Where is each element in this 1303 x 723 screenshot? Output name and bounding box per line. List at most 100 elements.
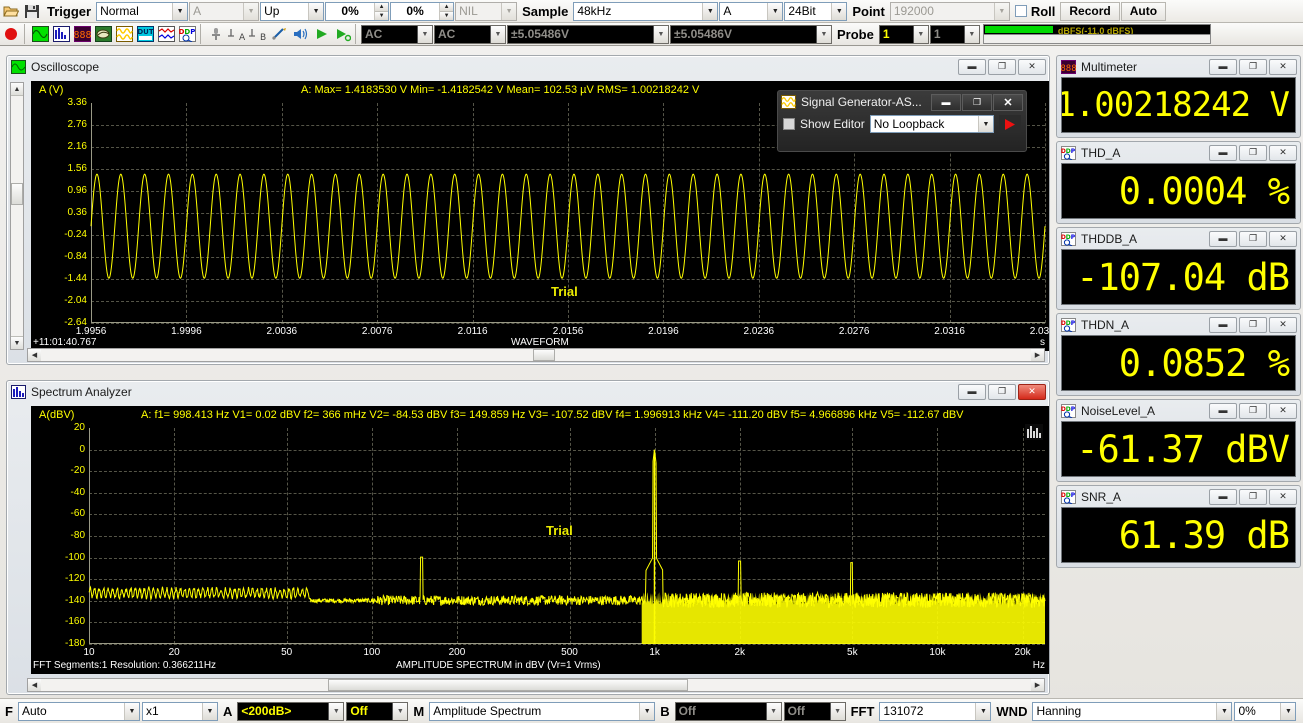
meter-titlebar[interactable]: DDP THDN_A ▬ ❐ ✕: [1057, 314, 1300, 335]
record-red-dot-icon[interactable]: [1, 25, 21, 44]
chevron-down-icon[interactable]: ▼: [639, 702, 655, 720]
loopback-select[interactable]: No Loopback ▼: [869, 115, 994, 133]
maximize-icon[interactable]: ❐: [962, 93, 992, 111]
trigger-slope-select[interactable]: Up ▼: [260, 1, 325, 21]
minimize-icon[interactable]: ▬: [1209, 144, 1237, 161]
minimize-icon[interactable]: ▬: [1209, 230, 1237, 247]
scroll-up-arrow-icon[interactable]: ▲: [11, 83, 23, 96]
meter-titlebar[interactable]: DDP SNR_A ▬ ❐ ✕: [1057, 486, 1300, 507]
oscilloscope-horizontal-scrollbar[interactable]: ◀ ▶: [27, 348, 1045, 362]
close-icon[interactable]: ✕: [1269, 58, 1297, 75]
measurement-mode-select[interactable]: Amplitude Spectrum ▼: [429, 701, 656, 721]
maximize-icon[interactable]: ❐: [1239, 402, 1267, 419]
maximize-icon[interactable]: ❐: [1239, 144, 1267, 161]
a-second-select[interactable]: Off ▼: [346, 701, 409, 721]
multimeter-chart-icon[interactable]: [156, 25, 176, 44]
minimize-icon[interactable]: ▬: [1209, 316, 1237, 333]
chevron-down-icon[interactable]: ▼: [501, 2, 517, 20]
spectrum-horizontal-scrollbar[interactable]: ◀ ▶: [27, 678, 1045, 692]
play-triangle-icon[interactable]: [999, 115, 1021, 133]
frequency-multiplier-select[interactable]: x1 ▼: [141, 701, 218, 721]
spectrum-titlebar[interactable]: Spectrum Analyzer ▬ ❐ ✕: [7, 381, 1049, 402]
window-function-select[interactable]: Hanning ▼: [1032, 701, 1233, 721]
meter-titlebar[interactable]: 888 Multimeter ▬ ❐ ✕: [1057, 56, 1300, 77]
oscilloscope-icon[interactable]: [30, 25, 50, 44]
close-icon[interactable]: ✕: [1269, 230, 1297, 247]
chevron-down-icon[interactable]: ▼: [816, 25, 831, 43]
meter-titlebar[interactable]: DDP THDDB_A ▬ ❐ ✕: [1057, 228, 1300, 249]
probe-b-select[interactable]: 1 ▼: [929, 24, 980, 44]
folder-open-icon[interactable]: [1, 2, 21, 21]
chevron-down-icon[interactable]: ▼: [123, 702, 139, 720]
sample-rate-select[interactable]: 48kHz ▼: [573, 1, 719, 21]
coupling-a-select[interactable]: AC ▼: [361, 24, 433, 44]
spectrum-plot[interactable]: A(dBV) A: f1= 998.413 Hz V1= 0.02 dBV f2…: [31, 406, 1049, 674]
maximize-icon[interactable]: ❐: [988, 383, 1016, 400]
frequency-mode-select[interactable]: Auto ▼: [17, 701, 140, 721]
signal-generator-titlebar[interactable]: Signal Generator-AS... ▬ ❐ ✕: [778, 91, 1026, 113]
maximize-icon[interactable]: ❐: [1239, 316, 1267, 333]
meter-titlebar[interactable]: DDP NoiseLevel_A ▬ ❐ ✕: [1057, 400, 1300, 421]
show-editor-checkbox[interactable]: [783, 118, 795, 130]
minimize-icon[interactable]: ▬: [1209, 58, 1237, 75]
spectrum-3d-icon[interactable]: [93, 25, 113, 44]
chevron-down-icon[interactable]: ▼: [1216, 702, 1232, 720]
calibration-icon[interactable]: [206, 25, 226, 44]
floppy-save-icon[interactable]: [22, 2, 42, 21]
sample-channel-select[interactable]: A ▼: [719, 1, 784, 21]
oscilloscope-titlebar[interactable]: Oscilloscope ▬ ❐ ✕: [7, 56, 1049, 77]
chevron-down-icon[interactable]: ▼: [392, 702, 408, 720]
chevron-down-icon[interactable]: ▼: [201, 702, 217, 720]
meter-titlebar[interactable]: DDP THD_A ▬ ❐ ✕: [1057, 142, 1300, 163]
b-second-select[interactable]: Off ▼: [783, 701, 846, 721]
maximize-icon[interactable]: ❐: [1239, 58, 1267, 75]
minimize-icon[interactable]: ▬: [1209, 488, 1237, 505]
chevron-down-icon[interactable]: ▼: [978, 116, 993, 132]
scroll-thumb[interactable]: [533, 349, 555, 361]
scroll-down-arrow-icon[interactable]: ▼: [11, 336, 23, 349]
chevron-down-icon[interactable]: ▼: [172, 2, 188, 20]
chevron-down-icon[interactable]: ▼: [702, 2, 718, 20]
close-icon[interactable]: ✕: [1269, 488, 1297, 505]
chevron-down-icon[interactable]: ▼: [1280, 702, 1296, 720]
a-range-select[interactable]: <200dB> ▼: [237, 701, 345, 721]
dut-icon[interactable]: DUT: [135, 25, 155, 44]
chevron-down-icon[interactable]: ▼: [308, 2, 324, 20]
trigger-delay-spin-buttons[interactable]: ▲ ▼: [439, 2, 454, 20]
wire-cut-icon[interactable]: [269, 25, 289, 44]
chevron-down-icon[interactable]: ▼: [975, 702, 991, 720]
probe-a-select[interactable]: 1 ▼: [878, 24, 929, 44]
scroll-thumb[interactable]: [11, 183, 23, 205]
trigger-level-stepper[interactable]: 0% ▲ ▼: [325, 1, 390, 21]
chevron-down-icon[interactable]: ▼: [490, 25, 505, 43]
chevron-down-icon[interactable]: ▼: [653, 25, 668, 43]
chevron-down-icon[interactable]: ▼: [243, 2, 259, 20]
chevron-down-icon[interactable]: ▼: [767, 2, 783, 20]
chevron-down-icon[interactable]: ▼: [993, 2, 1009, 20]
scroll-right-arrow-icon[interactable]: ▶: [1031, 349, 1044, 361]
scroll-right-arrow-icon[interactable]: ▶: [1031, 679, 1044, 691]
ddp-viewer-icon[interactable]: DDP: [177, 25, 197, 44]
maximize-icon[interactable]: ❐: [1239, 230, 1267, 247]
maximize-icon[interactable]: ❐: [988, 58, 1016, 75]
trigger-level-spin-buttons[interactable]: ▲ ▼: [374, 2, 389, 20]
chevron-down-icon[interactable]: ▼: [831, 2, 847, 20]
a-ground-icon[interactable]: A: [227, 25, 247, 44]
close-icon[interactable]: ✕: [1018, 383, 1046, 400]
close-icon[interactable]: ✕: [993, 93, 1023, 111]
scroll-left-arrow-icon[interactable]: ◀: [28, 679, 41, 691]
minimize-icon[interactable]: ▬: [931, 93, 961, 111]
roll-checkbox[interactable]: [1014, 5, 1027, 17]
minimize-icon[interactable]: ▬: [1209, 402, 1237, 419]
trigger-mode-select[interactable]: Normal ▼: [96, 1, 189, 21]
run-step-icon[interactable]: [332, 25, 352, 44]
bar-chart-icon[interactable]: [1025, 424, 1043, 443]
multimeter-icon[interactable]: 888: [72, 25, 92, 44]
fft-size-select[interactable]: 131072 ▼: [879, 701, 992, 721]
scroll-left-arrow-icon[interactable]: ◀: [28, 349, 41, 361]
chevron-down-icon[interactable]: ▼: [765, 702, 781, 720]
close-icon[interactable]: ✕: [1269, 144, 1297, 161]
run-icon[interactable]: [311, 25, 331, 44]
signal-generator-icon[interactable]: [114, 25, 134, 44]
record-length-select[interactable]: 192000 ▼: [889, 1, 1010, 21]
